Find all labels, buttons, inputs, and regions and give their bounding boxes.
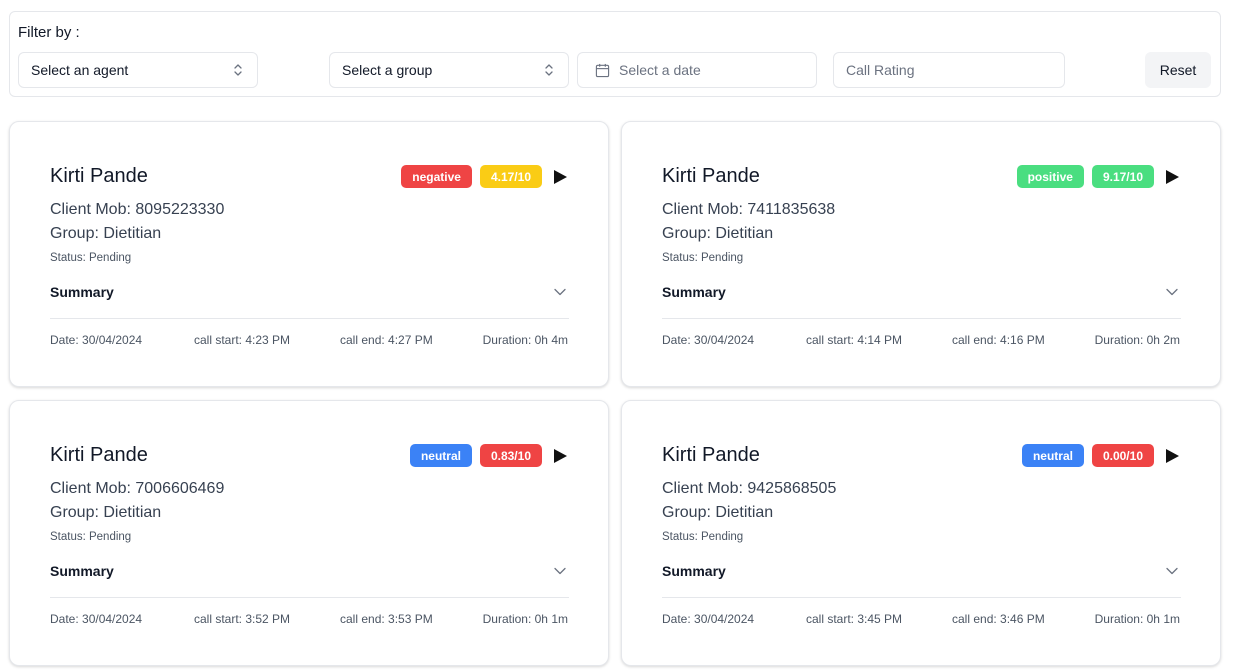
call-start: call start: 4:14 PM <box>806 333 903 347</box>
agent-name: Kirti Pande <box>50 165 148 187</box>
agent-select[interactable]: Select an agent <box>18 52 258 88</box>
reset-button[interactable]: Reset <box>1145 52 1211 88</box>
play-icon[interactable] <box>1164 169 1180 185</box>
rating-badge: 4.17/10 <box>479 165 542 188</box>
card-badges: positive 9.17/10 <box>1016 165 1180 188</box>
group-select[interactable]: Select a group <box>329 52 569 88</box>
call-end: call end: 3:53 PM <box>340 612 433 626</box>
client-group: Group: Dietitian <box>662 225 774 242</box>
client-group: Group: Dietitian <box>50 504 162 521</box>
play-icon[interactable] <box>552 448 568 464</box>
filter-label: Filter by : <box>18 24 80 41</box>
summary-toggle[interactable]: Summary <box>50 284 114 300</box>
rating-badge: 9.17/10 <box>1091 165 1154 188</box>
filter-bar: Filter by : Select an agent Select a gro… <box>9 11 1221 97</box>
call-date: Date: 30/04/2024 <box>50 333 143 347</box>
chevron-down-icon[interactable] <box>554 567 566 575</box>
agent-name: Kirti Pande <box>662 165 760 187</box>
date-picker-placeholder: Select a date <box>619 62 701 78</box>
call-card: Kirti Pande positive 9.17/10 Client Mob:… <box>621 121 1221 387</box>
chevron-down-icon[interactable] <box>554 288 566 296</box>
play-icon[interactable] <box>552 169 568 185</box>
call-duration: Duration: 0h 4m <box>482 333 568 347</box>
client-group: Group: Dietitian <box>662 504 774 521</box>
card-badges: negative 4.17/10 <box>401 165 568 188</box>
call-rating-input[interactable]: Call Rating <box>833 52 1065 88</box>
call-status: Status: Pending <box>662 531 744 543</box>
call-duration: Duration: 0h 2m <box>1094 333 1180 347</box>
chevron-up-down-icon <box>234 64 242 76</box>
call-duration: Duration: 0h 1m <box>482 612 568 626</box>
sentiment-badge: neutral <box>409 444 472 467</box>
summary-toggle[interactable]: Summary <box>50 563 114 579</box>
group-select-value: Select a group <box>342 62 433 78</box>
chevron-up-down-icon <box>545 64 553 76</box>
call-status: Status: Pending <box>50 252 132 264</box>
call-end: call end: 3:46 PM <box>952 612 1045 626</box>
call-rating-placeholder: Call Rating <box>846 62 915 78</box>
call-end: call end: 4:27 PM <box>340 333 433 347</box>
summary-toggle[interactable]: Summary <box>662 284 726 300</box>
divider <box>662 597 1181 598</box>
call-status: Status: Pending <box>50 531 132 543</box>
call-date: Date: 30/04/2024 <box>662 612 755 626</box>
divider <box>50 597 569 598</box>
calendar-icon <box>595 63 610 77</box>
call-start: call start: 4:23 PM <box>194 333 291 347</box>
call-status: Status: Pending <box>662 252 744 264</box>
client-mobile: Client Mob: 7006606469 <box>50 480 225 497</box>
agent-name: Kirti Pande <box>662 444 760 466</box>
sentiment-badge: neutral <box>1021 444 1084 467</box>
card-badges: neutral 0.00/10 <box>1021 444 1180 467</box>
call-card: Kirti Pande negative 4.17/10 Client Mob:… <box>9 121 609 387</box>
rating-badge: 0.00/10 <box>1091 444 1154 467</box>
summary-toggle[interactable]: Summary <box>662 563 726 579</box>
divider <box>50 318 569 319</box>
client-mobile: Client Mob: 9425868505 <box>662 480 837 497</box>
call-end: call end: 4:16 PM <box>952 333 1045 347</box>
card-badges: neutral 0.83/10 <box>409 444 568 467</box>
call-card: Kirti Pande neutral 0.00/10 Client Mob: … <box>621 400 1221 666</box>
divider <box>662 318 1181 319</box>
chevron-down-icon[interactable] <box>1166 288 1178 296</box>
play-icon[interactable] <box>1164 448 1180 464</box>
sentiment-badge: positive <box>1016 165 1084 188</box>
sentiment-badge: negative <box>401 165 472 188</box>
client-group: Group: Dietitian <box>50 225 162 242</box>
rating-badge: 0.83/10 <box>479 444 542 467</box>
date-picker[interactable]: Select a date <box>577 52 817 88</box>
call-start: call start: 3:52 PM <box>194 612 291 626</box>
chevron-down-icon[interactable] <box>1166 567 1178 575</box>
call-start: call start: 3:45 PM <box>806 612 903 626</box>
call-date: Date: 30/04/2024 <box>50 612 143 626</box>
agent-select-value: Select an agent <box>31 62 129 78</box>
client-mobile: Client Mob: 8095223330 <box>50 201 225 218</box>
agent-name: Kirti Pande <box>50 444 148 466</box>
client-mobile: Client Mob: 7411835638 <box>662 201 836 218</box>
call-card: Kirti Pande neutral 0.83/10 Client Mob: … <box>9 400 609 666</box>
call-date: Date: 30/04/2024 <box>662 333 755 347</box>
call-duration: Duration: 0h 1m <box>1094 612 1180 626</box>
